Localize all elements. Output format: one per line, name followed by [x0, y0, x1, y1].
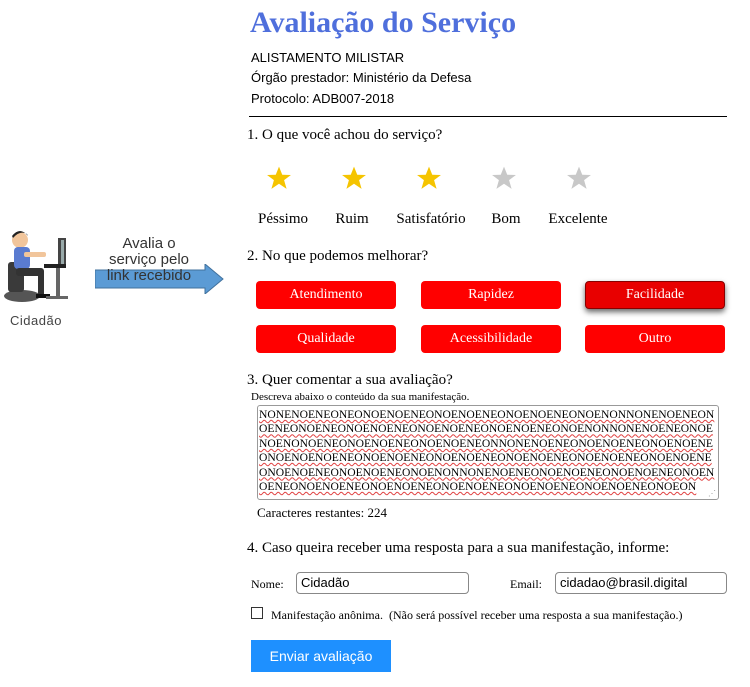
option-atendimento-button[interactable]: Atendimento — [256, 281, 396, 309]
send-evaluation-button[interactable]: Enviar avaliação — [251, 640, 391, 672]
question-contact: 4. Caso queira receber uma resposta para… — [247, 540, 670, 556]
star-4-icon[interactable] — [491, 165, 517, 191]
option-acessibilidade-button[interactable]: Acessibilidade — [421, 325, 561, 353]
email-input[interactable]: cidadao@brasil.digital — [555, 572, 727, 594]
name-input[interactable]: Cidadão — [296, 572, 469, 594]
option-facilidade-button[interactable]: Facilidade — [585, 281, 725, 309]
service-protocol: Protocolo: ADB007-2018 — [251, 91, 395, 106]
option-outro-button[interactable]: Outro — [585, 325, 725, 353]
comment-label: Descreva abaixo o conteúdo da sua manife… — [251, 391, 470, 403]
actor-label: Cidadão — [10, 313, 62, 328]
anonymous-label: Manifestação anônima. (Não será possível… — [271, 608, 683, 623]
rating-label-5: Excelente — [548, 211, 608, 227]
comment-text: NONENOENEONEONOENOENEONOENOENEONOENOENEO… — [259, 408, 715, 494]
option-rapidez-button[interactable]: Rapidez — [421, 281, 561, 309]
comment-textarea[interactable]: NONENOENEONEONOENOENEONOENOENEONOENOENEO… — [257, 405, 719, 500]
flow-arrow-text: Avalia o serviço pelo link recebido — [94, 236, 204, 284]
star-3-icon[interactable] — [416, 165, 442, 191]
service-organ: Órgão prestador: Ministério da Defesa — [251, 70, 472, 85]
flow-arrow-line: link recebido — [106, 267, 192, 284]
question-improvements: 2. No que podemos melhorar? — [247, 248, 429, 264]
anonymous-note: (Não será possível receber uma resposta … — [388, 608, 683, 622]
flow-arrow-line: Avalia o — [122, 235, 176, 252]
email-label: Email: — [510, 577, 542, 591]
page-title: Avaliação do Serviço — [250, 6, 517, 39]
resize-grip-icon[interactable]: ⋰ — [708, 490, 716, 498]
citizen-illustration — [0, 222, 72, 312]
star-1-icon[interactable] — [266, 165, 292, 191]
star-5-icon[interactable] — [566, 165, 592, 191]
anonymous-label-text: Manifestação anônima. — [271, 608, 383, 622]
header-divider — [249, 116, 727, 117]
star-2-icon[interactable] — [341, 165, 367, 191]
characters-remaining: Caracteres restantes: 224 — [257, 505, 387, 520]
option-qualidade-button[interactable]: Qualidade — [256, 325, 396, 353]
service-name: ALISTAMENTO MILISTAR — [251, 50, 405, 65]
question-rating: 1. O que você achou do serviço? — [247, 127, 443, 143]
question-comment: 3. Quer comentar a sua avaliação? — [247, 372, 453, 388]
anonymous-checkbox[interactable] — [251, 607, 263, 619]
name-label: Nome: — [251, 577, 284, 591]
